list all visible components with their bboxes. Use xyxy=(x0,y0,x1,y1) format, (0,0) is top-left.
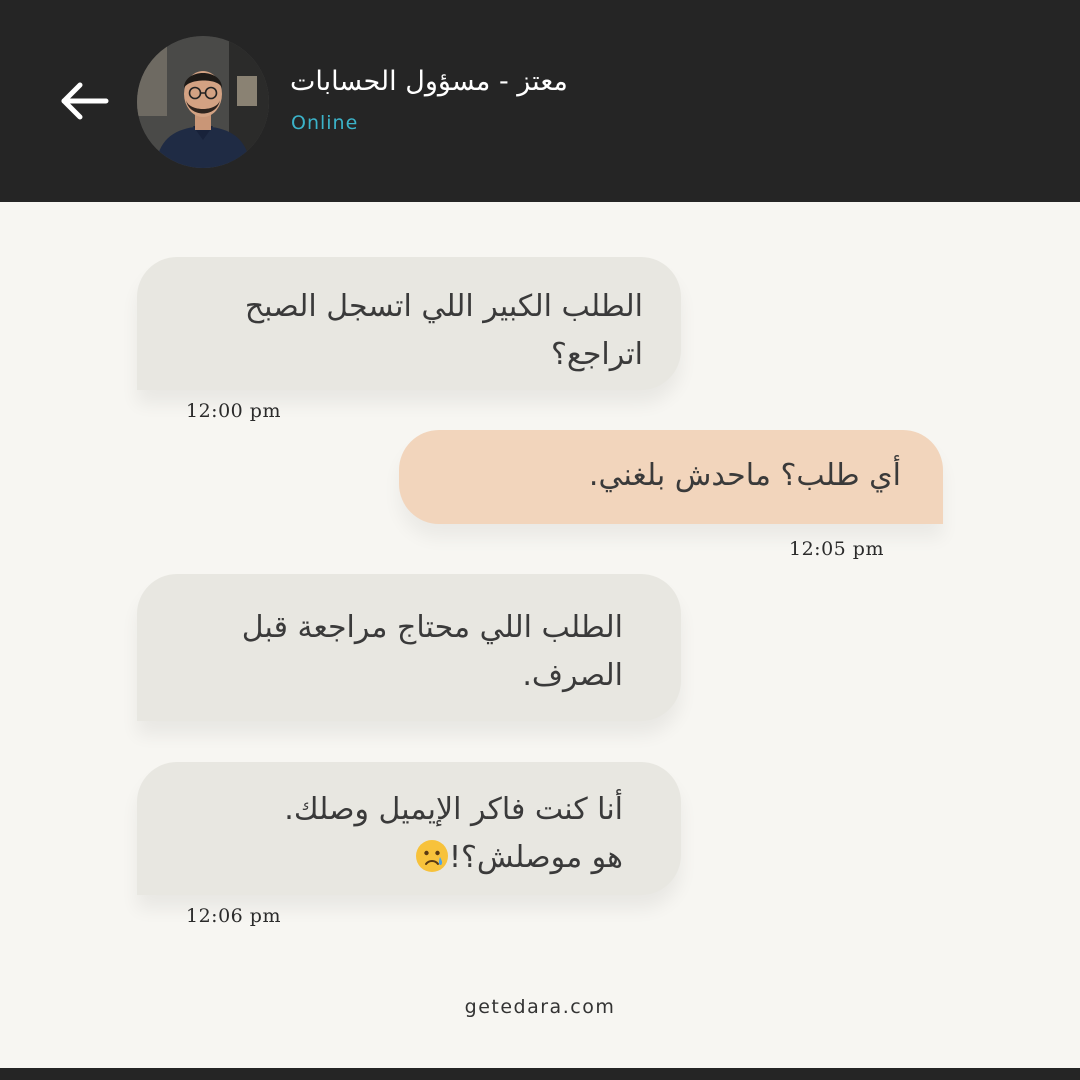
message-timestamp: 12:00 pm xyxy=(186,400,281,422)
message-bubble-received[interactable]: الطلب الكبير اللي اتسجل الصبح اتراجع؟ xyxy=(137,257,681,390)
message-text-line: الطلب الكبير اللي اتسجل الصبح xyxy=(244,289,643,324)
arrow-left-icon[interactable] xyxy=(58,78,112,124)
message-bubble-received[interactable]: الطلب اللي محتاج مراجعة قبل الصرف. xyxy=(137,574,681,721)
chat-header: معتز - مسؤول الحسابات Online xyxy=(0,0,1080,202)
crying-face-emoji-icon xyxy=(415,840,448,872)
message-text-line: الطلب اللي محتاج مراجعة قبل xyxy=(241,610,623,645)
contact-name: معتز - مسؤول الحسابات xyxy=(290,66,568,97)
message-bubble-received[interactable]: أنا كنت فاكر الإيميل وصلك. هو موصلش؟! xyxy=(137,762,681,895)
message-text-line: أي طلب؟ ماحدش بلغني. xyxy=(588,458,901,493)
bottom-bar xyxy=(0,1068,1080,1080)
message-text-line: أنا كنت فاكر الإيميل وصلك. xyxy=(284,792,623,827)
avatar-image xyxy=(137,36,269,168)
message-timestamp: 12:06 pm xyxy=(186,905,281,927)
message-text-line: هو موصلش؟! xyxy=(195,834,623,882)
message-text: هو موصلش؟! xyxy=(448,840,623,875)
message-text-line: الصرف. xyxy=(522,658,623,693)
message-timestamp: 12:05 pm xyxy=(789,538,884,560)
online-status: Online xyxy=(291,112,359,134)
website-link[interactable]: getedara.com xyxy=(0,996,1080,1018)
contact-avatar[interactable] xyxy=(137,36,269,168)
message-text-line: اتراجع؟ xyxy=(550,337,643,372)
message-bubble-sent[interactable]: أي طلب؟ ماحدش بلغني. xyxy=(399,430,943,524)
